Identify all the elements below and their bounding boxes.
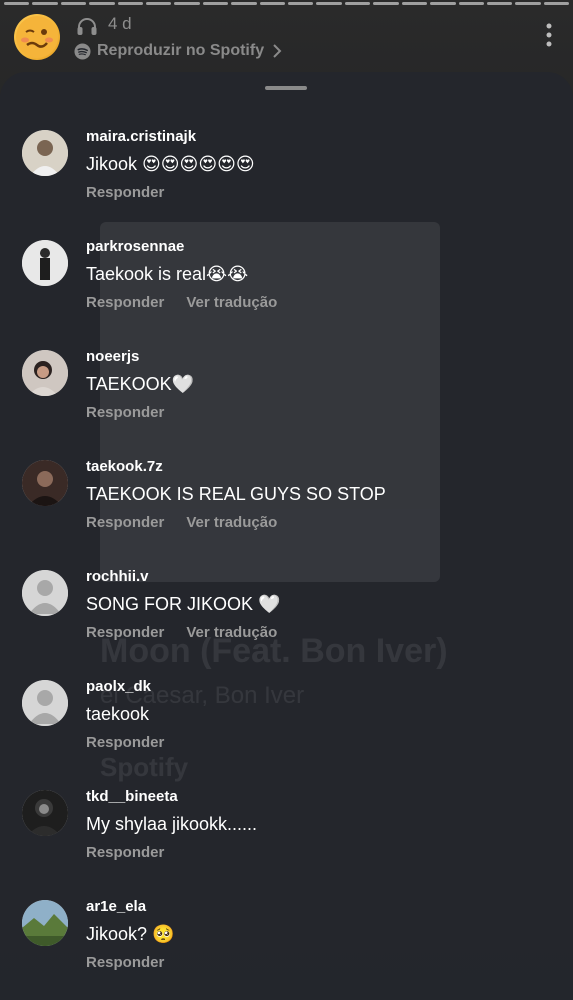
comment-username[interactable]: paolx_dk	[86, 678, 151, 695]
comment-username[interactable]: maira.cristinajk	[86, 128, 196, 145]
comment-actions: Responder Ver tradução	[86, 514, 277, 531]
progress-segment	[316, 2, 342, 5]
progress-segment	[373, 2, 399, 5]
comment-text: TAEKOOK🤍	[86, 374, 195, 394]
progress-segment	[117, 2, 144, 5]
comment-text: Taekook is real😭😭	[86, 264, 249, 284]
landscape-photo-icon	[22, 900, 68, 946]
progress-segment	[288, 2, 314, 5]
reply-button[interactable]: Responder	[86, 514, 164, 531]
progress-segment	[32, 2, 58, 5]
comment-item: paolx_dk taekook Responder	[0, 662, 573, 772]
comment-actions: Responder	[86, 734, 164, 751]
comment-item: rochhii.v SONG FOR JIKOOK 🤍 Responder Ve…	[0, 552, 573, 662]
comment-text: taekook	[86, 704, 150, 724]
user-photo-icon	[22, 130, 68, 176]
comment-actions: Responder	[86, 404, 164, 421]
see-translation-button[interactable]: Ver tradução	[186, 294, 277, 311]
avatar[interactable]	[22, 790, 68, 836]
comment-username[interactable]: ar1e_ela	[86, 898, 146, 915]
avatar[interactable]	[22, 900, 68, 946]
user-photo-icon	[22, 240, 68, 286]
story-timestamp: 4 d	[108, 14, 132, 33]
comment-text: Jikook? 🥺	[86, 924, 175, 944]
comment-actions: Responder	[86, 184, 164, 201]
default-avatar-icon	[22, 680, 68, 726]
progress-segment	[543, 2, 570, 5]
progress-segment	[4, 2, 30, 5]
reply-button[interactable]: Responder	[86, 184, 164, 201]
avatar[interactable]	[22, 130, 68, 176]
comment-actions: Responder Ver tradução	[86, 624, 277, 641]
comment-item: ar1e_ela Jikook? 🥺 Responder	[0, 882, 573, 992]
comment-item: maira.cristinajk Jikook 😍😍😍😍😍😍 Responder	[0, 112, 573, 222]
progress-segment	[458, 2, 484, 5]
progress-segment	[515, 2, 541, 5]
progress-segment	[430, 2, 456, 5]
comment-item: noeerjs TAEKOOK🤍 Responder	[0, 332, 573, 442]
comment-item: parkrosennae Taekook is real😭😭 Responder…	[0, 222, 573, 332]
comment-text: Jikook 😍😍😍😍😍😍	[86, 154, 255, 174]
story-header: 4 d Reproduzir no Spotify	[14, 12, 559, 64]
progress-segment	[89, 2, 115, 5]
spotify-icon	[74, 42, 91, 60]
reply-button[interactable]: Responder	[86, 624, 164, 641]
comment-actions: Responder	[86, 954, 164, 971]
woozy-face-icon	[16, 16, 58, 58]
progress-segment	[344, 2, 371, 5]
see-translation-button[interactable]: Ver tradução	[186, 514, 277, 531]
comment-text: My shylaa jikookk......	[86, 814, 258, 834]
comment-username[interactable]: tkd__bineeta	[86, 788, 178, 805]
see-translation-button[interactable]: Ver tradução	[186, 624, 277, 641]
comment-username[interactable]: rochhii.v	[86, 568, 149, 585]
user-photo-icon	[22, 790, 68, 836]
comment-username[interactable]: noeerjs	[86, 348, 139, 365]
avatar[interactable]	[22, 460, 68, 506]
comment-text: TAEKOOK IS REAL GUYS SO STOP	[86, 484, 386, 504]
progress-segment	[60, 2, 87, 5]
comment-text: SONG FOR JIKOOK 🤍	[86, 594, 281, 614]
spotify-link-label: Reproduzir no Spotify	[97, 42, 265, 59]
progress-segment	[486, 2, 513, 5]
comments-list: maira.cristinajk Jikook 😍😍😍😍😍😍 Responder…	[0, 112, 573, 992]
story-avatar[interactable]	[14, 14, 60, 60]
progress-segment	[146, 2, 172, 5]
comment-username[interactable]: parkrosennae	[86, 238, 184, 255]
user-photo-icon	[22, 350, 68, 396]
progress-segment	[259, 2, 286, 5]
more-options-icon[interactable]	[545, 22, 553, 48]
reply-button[interactable]: Responder	[86, 404, 164, 421]
default-avatar-icon	[22, 570, 68, 616]
avatar[interactable]	[22, 680, 68, 726]
chevron-right-icon	[273, 44, 282, 58]
progress-segment	[202, 2, 229, 5]
reply-button[interactable]: Responder	[86, 734, 164, 751]
avatar[interactable]	[22, 240, 68, 286]
reply-button[interactable]: Responder	[86, 294, 164, 311]
avatar[interactable]	[22, 350, 68, 396]
comment-item: taekook.7z TAEKOOK IS REAL GUYS SO STOP …	[0, 442, 573, 552]
comment-actions: Responder Ver tradução	[86, 294, 277, 311]
user-photo-icon	[22, 460, 68, 506]
headphones-icon	[77, 18, 97, 35]
comments-sheet: MOON Moon (Feat. Bon Iver) el Caesar, Bo…	[0, 72, 573, 1000]
comment-item: tkd__bineeta My shylaa jikookk...... Res…	[0, 772, 573, 882]
story-progress-bar	[4, 2, 570, 5]
comment-username[interactable]: taekook.7z	[86, 458, 163, 475]
reply-button[interactable]: Responder	[86, 954, 164, 971]
spotify-link[interactable]: Reproduzir no Spotify	[74, 40, 282, 62]
progress-segment	[401, 2, 428, 5]
progress-segment	[174, 2, 200, 5]
avatar[interactable]	[22, 570, 68, 616]
progress-segment	[231, 2, 257, 5]
drag-handle[interactable]	[265, 86, 307, 90]
reply-button[interactable]: Responder	[86, 844, 164, 861]
comment-actions: Responder	[86, 844, 164, 861]
